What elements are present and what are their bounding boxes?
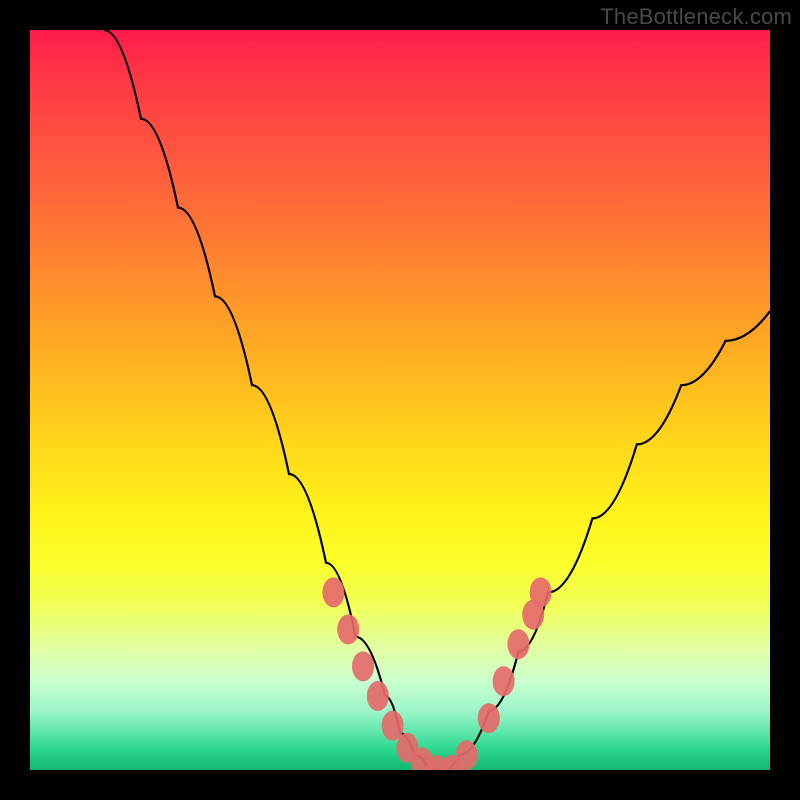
watermark-text: TheBottleneck.com [600, 4, 792, 30]
data-marker [337, 614, 359, 644]
data-marker [530, 577, 552, 607]
data-marker [478, 703, 500, 733]
data-marker [382, 711, 404, 741]
data-marker [322, 577, 344, 607]
data-marker [493, 666, 515, 696]
chart-svg [30, 30, 770, 770]
bottleneck-curve [104, 30, 770, 770]
data-marker [367, 681, 389, 711]
plot-area [30, 30, 770, 770]
data-marker [352, 651, 374, 681]
data-marker [456, 740, 478, 770]
data-markers [322, 577, 551, 770]
data-marker [507, 629, 529, 659]
